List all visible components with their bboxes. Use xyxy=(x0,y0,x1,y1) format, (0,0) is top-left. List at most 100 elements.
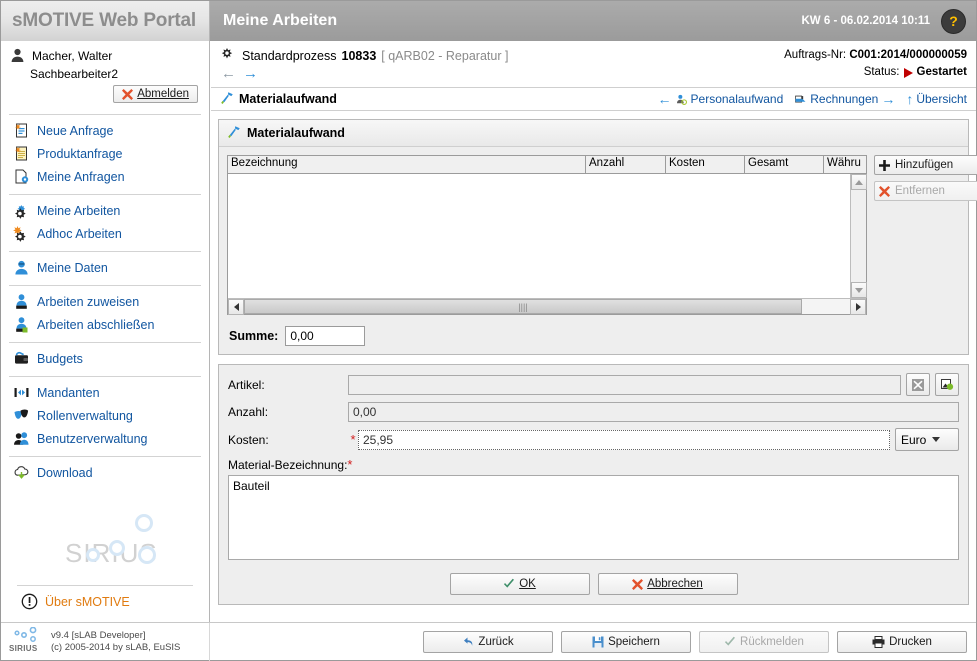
currency-select[interactable]: Euro xyxy=(895,428,959,451)
arrow-left-icon[interactable]: ← xyxy=(221,66,236,81)
column-header-bezeichnung[interactable]: Bezeichnung xyxy=(228,156,586,173)
grid-row: Bezeichnung Anzahl Kosten Gesamt Währu |… xyxy=(227,155,977,315)
report-button: Rückmelden xyxy=(699,630,829,653)
artikel-row: Artikel: xyxy=(228,373,959,396)
cancel-button[interactable]: Abbrechen xyxy=(597,573,738,595)
column-header-anzahl[interactable]: Anzahl xyxy=(586,156,666,173)
link-personalaufwand[interactable]: ← Personalaufwand xyxy=(658,92,784,106)
material-grid: Bezeichnung Anzahl Kosten Gesamt Währu |… xyxy=(227,155,867,315)
top-bar: sMOTIVE Web Portal Meine Arbeiten KW 6 -… xyxy=(1,1,976,41)
check-icon xyxy=(724,636,736,648)
triangle-right-icon xyxy=(855,303,861,311)
logo-dot xyxy=(109,540,125,556)
required-marker: * xyxy=(350,432,356,447)
sidebar-item-arbeiten-abschliessen[interactable]: Arbeiten abschließen xyxy=(9,313,201,336)
process-header-right: Auftrags-Nr: C001:2014/000000059 Status:… xyxy=(784,47,967,81)
sidebar-item-label: Download xyxy=(37,465,93,480)
printer-icon xyxy=(872,635,885,648)
scroll-left-button[interactable] xyxy=(228,299,244,315)
check-icon xyxy=(503,578,515,590)
save-button[interactable]: Speichern xyxy=(561,630,691,653)
complete-work-icon xyxy=(13,316,30,333)
sidebar-item-label: Meine Arbeiten xyxy=(37,203,121,218)
info-icon xyxy=(21,593,38,610)
column-header-gesamt[interactable]: Gesamt xyxy=(745,156,824,173)
ok-button[interactable]: OK xyxy=(449,573,590,595)
help-icon[interactable]: ? xyxy=(941,8,966,34)
nav-group-work: Meine Arbeiten Adhoc Arbeiten xyxy=(9,194,201,245)
plus-icon xyxy=(879,159,890,171)
sidebar-item-download[interactable]: Download xyxy=(9,461,201,484)
nav-group-download: Download xyxy=(9,456,201,484)
hammer-icon xyxy=(220,91,234,108)
link-rechnungen[interactable]: Rechnungen → xyxy=(794,92,895,106)
materialaufwand-panel: Materialaufwand Bezeichnung Anzahl Koste… xyxy=(218,119,977,355)
sidebar-item-label: Arbeiten zuweisen xyxy=(37,294,140,309)
grid-rows-area[interactable] xyxy=(228,174,850,298)
sidebar-item-produktanfrage[interactable]: Produktanfrage xyxy=(9,142,201,165)
logo-dot xyxy=(135,514,153,532)
nav-group-admin: Mandanten Rollenverwaltung Benutzerverwa… xyxy=(9,376,201,450)
link-uebersicht[interactable]: ↑ Übersicht xyxy=(906,92,967,106)
module-title: Meine Arbeiten xyxy=(223,12,338,29)
clear-artikel-button[interactable] xyxy=(906,373,930,396)
hscroll-track[interactable] xyxy=(802,299,850,314)
print-button-label: Drucken xyxy=(889,635,932,648)
grid-vertical-scrollbar[interactable] xyxy=(850,174,867,298)
kosten-input[interactable] xyxy=(358,429,890,450)
footer-buttons: Zurück Speichern Rückmelden Drucken xyxy=(210,623,976,661)
add-button[interactable]: Hinzufügen xyxy=(874,155,977,175)
close-x-icon xyxy=(632,578,644,590)
scroll-right-button[interactable] xyxy=(850,299,866,315)
scroll-down-button[interactable] xyxy=(851,282,867,298)
material-bezeichnung-textarea[interactable] xyxy=(228,475,959,560)
column-header-kosten[interactable]: Kosten xyxy=(666,156,745,173)
scroll-up-button[interactable] xyxy=(851,174,867,190)
wallet-icon xyxy=(13,350,30,367)
pick-artikel-button[interactable] xyxy=(935,373,959,396)
logout-button[interactable]: Abmelden xyxy=(113,85,198,103)
panel-body: Bezeichnung Anzahl Kosten Gesamt Währu |… xyxy=(219,147,977,354)
print-button[interactable]: Drucken xyxy=(837,630,967,653)
status-badge: Gestartet xyxy=(916,66,968,78)
sidebar-item-label: Mandanten xyxy=(37,385,100,400)
sidebar-item-adhoc-arbeiten[interactable]: Adhoc Arbeiten xyxy=(9,222,201,245)
sidebar-item-label: Adhoc Arbeiten xyxy=(37,226,122,241)
sidebar-item-rollenverwaltung[interactable]: Rollenverwaltung xyxy=(9,404,201,427)
order-number-label: Auftrags-Nr: xyxy=(784,49,847,61)
grid-header: Bezeichnung Anzahl Kosten Gesamt Währu xyxy=(228,156,866,174)
sidebar-item-about[interactable]: Über sMOTIVE xyxy=(17,590,193,613)
logo-dot xyxy=(86,548,100,562)
product-request-icon xyxy=(13,145,30,162)
footer: SIRIUS v9.4 [sLAB Developer] (c) 2005-20… xyxy=(1,622,976,661)
hscroll-thumb[interactable]: |||| xyxy=(244,299,802,314)
column-header-waehrung[interactable]: Währu xyxy=(824,156,866,173)
panel-header: Materialaufwand xyxy=(219,120,968,147)
process-header-left: Standardprozess 10833 [ qARB02 - Reparat… xyxy=(220,47,508,81)
back-button[interactable]: Zurück xyxy=(423,630,553,653)
my-requests-icon xyxy=(13,168,30,185)
sidebar-item-meine-anfragen[interactable]: Meine Anfragen xyxy=(9,165,201,188)
brand-area: sMOTIVE Web Portal xyxy=(1,1,210,41)
anzahl-input[interactable] xyxy=(348,402,959,422)
grid-side-buttons: Hinzufügen Entfernen xyxy=(874,155,977,315)
floppy-disk-icon xyxy=(592,636,604,648)
sidebar-item-meine-arbeiten[interactable]: Meine Arbeiten xyxy=(9,199,201,222)
footer-left: SIRIUS v9.4 [sLAB Developer] (c) 2005-20… xyxy=(1,622,210,661)
sidebar-item-neue-anfrage[interactable]: Neue Anfrage xyxy=(9,119,201,142)
sidebar-item-meine-daten[interactable]: Meine Daten xyxy=(9,256,201,279)
nav-group-budgets: Budgets xyxy=(9,342,201,370)
sidebar-item-arbeiten-zuweisen[interactable]: Arbeiten zuweisen xyxy=(9,290,201,313)
grid-horizontal-scrollbar[interactable]: |||| xyxy=(228,298,866,315)
artikel-input[interactable] xyxy=(348,374,901,395)
arrow-right-icon[interactable]: → xyxy=(243,66,258,81)
gear-star-icon xyxy=(13,225,30,242)
grip-icon: |||| xyxy=(518,301,528,312)
sidebar-item-mandanten[interactable]: Mandanten xyxy=(9,381,201,404)
sidebar-item-budgets[interactable]: Budgets xyxy=(9,347,201,370)
user-block: Macher, Walter Sachbearbeiter2 Abmelden xyxy=(1,41,209,107)
arrow-up-icon: ↑ xyxy=(906,91,914,107)
panel-title: Materialaufwand xyxy=(247,126,345,140)
copyright-text: (c) 2005-2014 by sLAB, EuSIS xyxy=(51,641,181,653)
sidebar-item-benutzerverwaltung[interactable]: Benutzerverwaltung xyxy=(9,427,201,450)
